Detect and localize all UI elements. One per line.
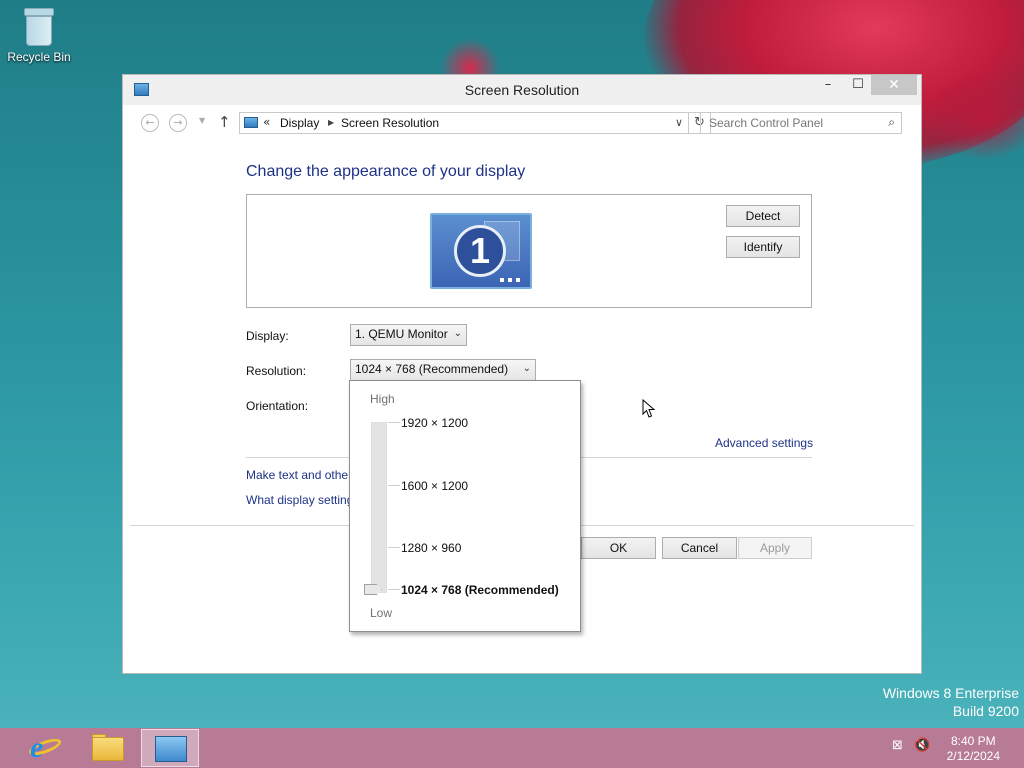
slider-tick bbox=[388, 485, 400, 486]
monitor-1-icon[interactable]: 1 bbox=[430, 213, 532, 289]
up-button[interactable]: ↑ bbox=[218, 113, 231, 131]
breadcrumb-overflow[interactable]: « bbox=[263, 115, 270, 129]
page-title: Change the appearance of your display bbox=[246, 163, 526, 180]
address-bar-row: ← → ▼ ↑ « Display ▶ Screen Resolution ∨ … bbox=[130, 105, 914, 141]
mouse-pointer-icon bbox=[642, 399, 656, 418]
taskbar-internet-explorer[interactable]: e bbox=[16, 729, 74, 767]
file-explorer-icon bbox=[92, 737, 124, 761]
recent-locations-icon[interactable]: ▼ bbox=[199, 116, 205, 125]
slider-tick bbox=[388, 422, 400, 423]
forward-button[interactable]: → bbox=[169, 114, 187, 132]
slider-low-label: Low bbox=[370, 606, 393, 620]
cancel-button[interactable]: Cancel bbox=[662, 537, 737, 559]
resolution-option[interactable]: 1920 × 1200 bbox=[401, 416, 468, 430]
display-preview: 1 Detect Identify bbox=[246, 194, 812, 308]
control-panel-icon bbox=[155, 736, 187, 762]
chevron-down-icon: ⌄ bbox=[453, 328, 462, 339]
resolution-option-selected[interactable]: 1024 × 768 (Recommended) bbox=[401, 583, 559, 597]
wallpaper-flower-petal bbox=[924, 70, 1024, 160]
desktop-icon-recycle-bin[interactable]: Recycle Bin bbox=[6, 6, 72, 64]
display-settings-help-link[interactable]: What display settings should I choose? bbox=[246, 493, 352, 507]
breadcrumb-screen-resolution[interactable]: Screen Resolution bbox=[341, 116, 439, 130]
window-title: Screen Resolution bbox=[464, 82, 580, 98]
display-select-value: 1. QEMU Monitor bbox=[355, 327, 448, 341]
resolution-label: Resolution: bbox=[246, 364, 307, 378]
volume-muted-icon[interactable]: 🔇 bbox=[914, 738, 930, 753]
taskbar-control-panel[interactable] bbox=[141, 729, 199, 767]
display-label: Display: bbox=[246, 329, 289, 343]
advanced-settings-link[interactable]: Advanced settings bbox=[715, 436, 813, 450]
address-bar[interactable]: « Display ▶ Screen Resolution ∨ bbox=[239, 112, 689, 134]
chevron-down-icon: ⌄ bbox=[522, 363, 531, 374]
taskbar-clock[interactable]: 8:40 PM 2/12/2024 bbox=[947, 734, 1000, 764]
search-icon[interactable]: ⌕ bbox=[888, 115, 895, 130]
ok-button[interactable]: OK bbox=[581, 537, 656, 559]
display-select[interactable]: 1. QEMU Monitor ⌄ bbox=[350, 324, 467, 346]
recycle-bin-icon bbox=[22, 6, 56, 48]
slider-tick bbox=[388, 589, 400, 590]
minimize-button[interactable]: – bbox=[813, 75, 843, 95]
close-button[interactable]: ✕ bbox=[871, 75, 917, 95]
resolution-option[interactable]: 1280 × 960 bbox=[401, 541, 461, 555]
monitor-number: 1 bbox=[454, 225, 506, 277]
network-disconnected-icon[interactable]: ⊠ bbox=[892, 738, 903, 753]
resolution-select-value: 1024 × 768 (Recommended) bbox=[355, 362, 509, 376]
breadcrumb-arrow-icon[interactable]: ▶ bbox=[328, 118, 334, 127]
slider-high-label: High bbox=[370, 392, 395, 406]
desktop-icon-label: Recycle Bin bbox=[7, 50, 71, 64]
chevron-down-icon[interactable]: ∨ bbox=[675, 116, 683, 129]
clock-date: 2/12/2024 bbox=[946, 749, 1000, 763]
edition-name: Windows 8 Enterprise bbox=[882, 685, 1019, 701]
search-box[interactable]: ⌕ bbox=[700, 112, 902, 134]
clock-time: 8:40 PM bbox=[950, 734, 996, 748]
taskbar: e ⊠ 🔇 8:40 PM 2/12/2024 bbox=[0, 728, 1024, 768]
resolution-option[interactable]: 1600 × 1200 bbox=[401, 479, 468, 493]
identify-button[interactable]: Identify bbox=[726, 236, 800, 258]
resolution-dropdown: High 1920 × 1200 1600 × 1200 1280 × 960 … bbox=[349, 380, 581, 632]
back-button[interactable]: ← bbox=[141, 114, 159, 132]
windows-edition-watermark: Windows 8 Enterprise Build 9200 bbox=[883, 684, 1019, 720]
resolution-select[interactable]: 1024 × 768 (Recommended) ⌄ bbox=[350, 359, 536, 381]
slider-tick bbox=[388, 547, 400, 548]
breadcrumb-display[interactable]: Display bbox=[280, 116, 319, 130]
search-input[interactable] bbox=[707, 114, 877, 132]
taskbar-file-explorer[interactable] bbox=[78, 729, 136, 767]
orientation-label: Orientation: bbox=[246, 399, 309, 413]
build-number: Build 9200 bbox=[952, 703, 1019, 719]
maximize-button[interactable]: ☐ bbox=[843, 75, 873, 95]
detect-button[interactable]: Detect bbox=[726, 205, 800, 227]
apply-button[interactable]: Apply bbox=[738, 537, 812, 559]
control-panel-icon bbox=[244, 117, 258, 128]
title-bar[interactable]: Screen Resolution – ☐ ✕ bbox=[123, 75, 921, 105]
make-text-larger-link[interactable]: Make text and other items larger or smal… bbox=[246, 468, 352, 482]
resolution-slider-track[interactable] bbox=[371, 422, 387, 593]
